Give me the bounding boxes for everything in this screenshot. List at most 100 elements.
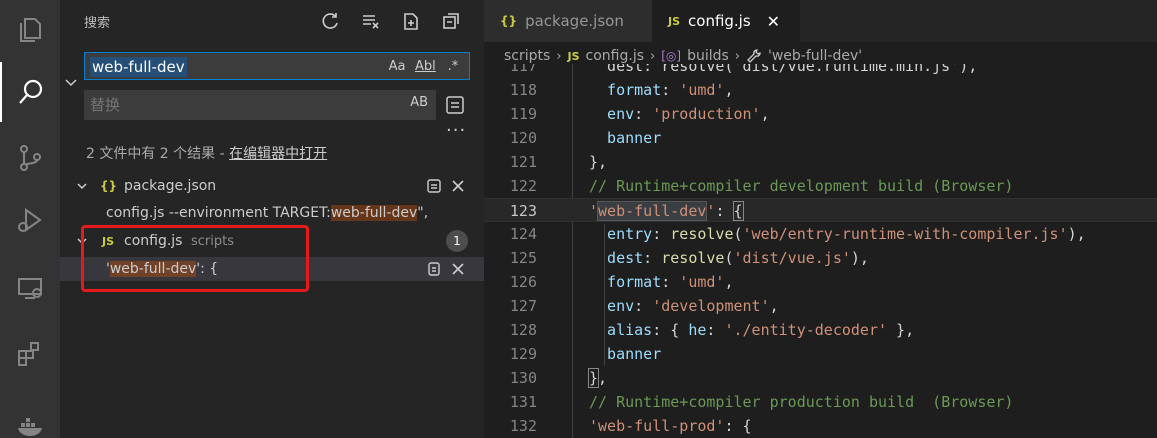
replace-input[interactable] — [84, 96, 384, 114]
search-input-box[interactable]: web-full-dev Aa Abl .* — [84, 52, 470, 80]
search-icon[interactable] — [0, 62, 60, 122]
clear-results-icon[interactable] — [358, 8, 384, 34]
code-token: he — [688, 321, 707, 339]
code-token: } — [587, 368, 600, 388]
chevron-right-icon: › — [650, 48, 656, 64]
docker-icon[interactable] — [0, 394, 60, 438]
more-options-icon[interactable]: ··· — [446, 120, 466, 141]
result-file-name: config.js — [124, 233, 183, 249]
replace-match-icon[interactable] — [426, 261, 442, 277]
code-content: // Runtime+compiler production build (Br… — [589, 390, 1013, 414]
code-line[interactable]: 129 banner — [484, 342, 1157, 366]
result-match-row[interactable]: config.js --environment TARGET:web-full-… — [60, 201, 484, 225]
code-token: }, — [589, 153, 608, 171]
code-content: banner — [607, 126, 661, 150]
code-line[interactable]: 122 // Runtime+compiler development build… — [484, 174, 1157, 198]
line-number: 121 — [509, 153, 537, 171]
code-content: alias: { he: './entity-decoder' }, — [607, 318, 914, 342]
code-token: : — [661, 273, 680, 291]
result-file-config-js[interactable]: JS config.js scripts 1 — [60, 229, 484, 253]
open-in-editor-link[interactable]: 在编辑器中打开 — [229, 146, 327, 162]
code-line[interactable]: 117 dest: resolve('dist/vue.runtime.min.j… — [484, 64, 1157, 78]
code-line[interactable]: 120 banner — [484, 126, 1157, 150]
code-token: 'web/entry-runtime-with-compiler.js' — [742, 225, 1068, 243]
replace-file-icon[interactable] — [426, 178, 442, 194]
code-line[interactable]: 132 'web-full-prod': { — [484, 414, 1157, 438]
line-number: 118 — [509, 81, 537, 99]
replace-input-box[interactable]: AB — [84, 90, 436, 120]
code-content: env: 'development', — [607, 294, 779, 318]
code-token: entry — [607, 225, 653, 243]
code-token: 'production' — [652, 105, 761, 123]
code-line[interactable]: 127 env: 'development', — [484, 294, 1157, 318]
breadcrumb-item[interactable]: builds — [687, 48, 729, 64]
code-token: ' — [589, 202, 599, 220]
code-line[interactable]: 121}, — [484, 150, 1157, 174]
chevron-down-icon[interactable] — [76, 235, 88, 247]
code-token: : — [643, 249, 662, 267]
code-content: format: 'umd', — [607, 78, 733, 102]
line-number: 124 — [509, 225, 537, 243]
new-search-editor-icon[interactable] — [398, 8, 424, 34]
code-line[interactable]: 128 alias: { he: './entity-decoder' }, — [484, 318, 1157, 342]
line-number: 128 — [509, 321, 537, 339]
match-case-toggle[interactable]: Aa — [387, 57, 407, 77]
code-content: 'web-full-dev': { — [589, 199, 744, 223]
replace-all-icon[interactable] — [444, 94, 466, 116]
code-token: dest — [607, 249, 644, 267]
code-token: , — [769, 297, 779, 315]
code-content: dest: resolve('dist/vue.runtime.min.js')… — [607, 64, 977, 78]
match-text: config.js --environment TARGET:web-full-… — [106, 205, 428, 221]
remote-explorer-icon[interactable] — [0, 258, 60, 318]
breadcrumb-item[interactable]: config.js — [586, 48, 644, 64]
breadcrumb-item[interactable]: 'web-full-dev' — [768, 48, 862, 64]
code-token: , — [724, 81, 734, 99]
code-token: resolve — [661, 249, 725, 267]
symbol-variable-icon: [◎] — [661, 49, 682, 63]
dismiss-icon[interactable] — [450, 178, 466, 194]
code-line[interactable]: 131 // Runtime+compiler production build … — [484, 390, 1157, 414]
breadcrumb-item[interactable]: scripts — [504, 48, 550, 64]
search-input[interactable]: web-full-dev — [90, 57, 187, 77]
chevron-down-icon[interactable] — [76, 180, 88, 192]
tab-package-json[interactable]: {} package.json — [484, 0, 652, 42]
line-number: 130 — [509, 369, 537, 387]
code-token: : — [715, 202, 734, 220]
js-file-icon: JS — [567, 49, 580, 63]
line-number: 123 — [509, 202, 537, 220]
extensions-icon[interactable] — [0, 324, 60, 384]
result-file-package-json[interactable]: {} package.json — [60, 174, 484, 198]
run-debug-icon[interactable] — [0, 190, 60, 250]
close-icon[interactable]: ✕ — [767, 12, 780, 31]
code-line[interactable]: 126 format: 'umd', — [484, 270, 1157, 294]
result-summary-text: 2 文件中有 2 个结果 - — [86, 146, 230, 162]
refresh-icon[interactable] — [318, 8, 344, 34]
code-line[interactable]: 130}, — [484, 366, 1157, 390]
regex-toggle[interactable]: .* — [443, 57, 463, 77]
preserve-case-toggle[interactable]: AB — [410, 95, 428, 110]
line-number: 131 — [509, 393, 537, 411]
code-token: : { — [652, 321, 689, 339]
code-line[interactable]: 125 dest: resolve('dist/vue.js'), — [484, 246, 1157, 270]
code-line[interactable]: 123 'web-full-dev': { — [484, 198, 1157, 222]
dismiss-icon[interactable] — [450, 261, 466, 277]
collapse-all-icon[interactable] — [438, 8, 464, 34]
code-content: banner — [607, 342, 661, 366]
code-token: env — [607, 297, 635, 315]
search-sidebar: 搜索 web-full-dev Aa Abl .* AB ··· 2 文件中有 … — [60, 0, 484, 438]
code-line[interactable]: 124 entry: resolve('web/entry-runtime-wit… — [484, 222, 1157, 246]
tab-config-js[interactable]: JS config.js ✕ — [652, 0, 800, 42]
code-token: ), — [850, 249, 869, 267]
toggle-replace-chevron-icon[interactable] — [64, 76, 78, 90]
code-editor[interactable]: 117 dest: resolve('dist/vue.runtime.min.j… — [484, 64, 1157, 438]
code-line[interactable]: 118 format: 'umd', — [484, 78, 1157, 102]
result-match-row-selected[interactable]: 'web-full-dev': { — [60, 257, 484, 281]
code-content: env: 'production', — [607, 102, 770, 126]
sidebar-title: 搜索 — [84, 16, 111, 31]
source-control-icon[interactable] — [0, 128, 60, 188]
explorer-icon[interactable] — [0, 0, 60, 60]
code-line[interactable]: 119 env: 'production', — [484, 102, 1157, 126]
code-token: , — [598, 369, 608, 387]
code-token: ( — [733, 225, 743, 243]
whole-word-toggle[interactable]: Abl — [415, 57, 436, 77]
